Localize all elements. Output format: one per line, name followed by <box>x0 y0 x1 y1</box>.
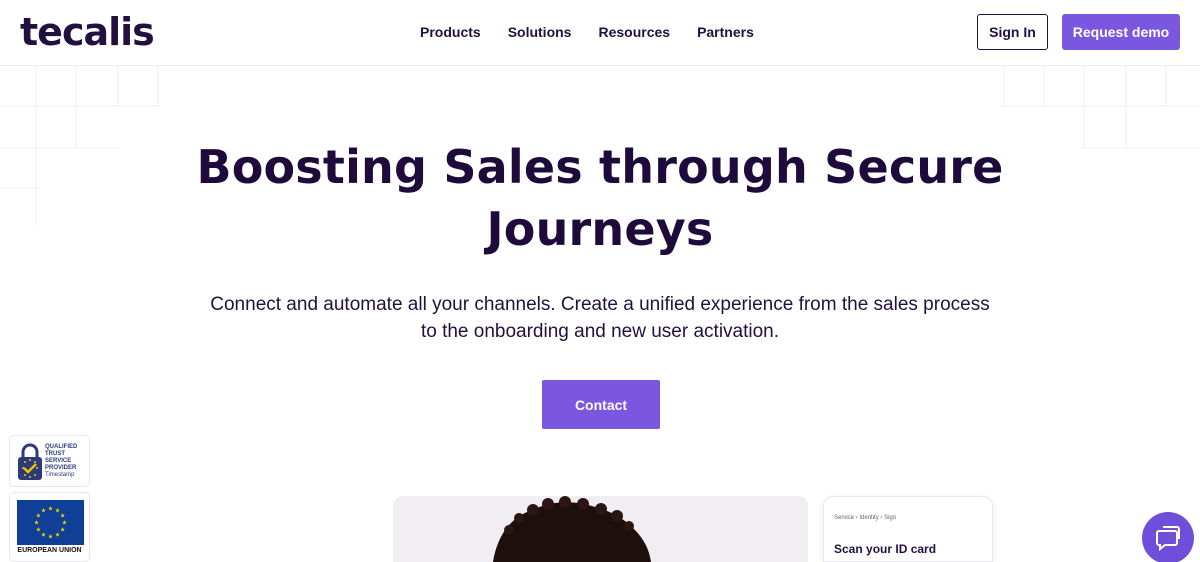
european-union-badge[interactable]: EUROPEAN UNION <box>9 492 90 562</box>
main-nav: Products Solutions Resources Partners <box>420 23 781 41</box>
sign-in-button[interactable]: Sign In <box>977 14 1048 50</box>
trust-badge-text: QUALIFIED TRUST SERVICE PROVIDER Timesta… <box>45 444 78 478</box>
contact-button[interactable]: Contact <box>542 380 660 429</box>
eu-star <box>36 527 41 532</box>
eu-star <box>55 532 60 537</box>
site-header: tecalis Products Solutions Resources Par… <box>0 0 1200 66</box>
chat-button[interactable] <box>1142 512 1194 562</box>
eu-star <box>55 507 60 513</box>
id-card-title: Scan your ID card <box>834 542 937 556</box>
scan-id-card: Service › Identity › Sign Scan your ID c… <box>823 496 993 562</box>
tecalis-logo[interactable]: tecalis <box>20 12 155 52</box>
chat-icon <box>1156 526 1180 552</box>
hero-subtitle: Connect and automate all your channels. … <box>210 294 990 342</box>
eu-star <box>60 513 65 518</box>
eu-star <box>48 534 53 539</box>
hero-photo-card <box>393 496 808 562</box>
nav-solutions[interactable]: Solutions <box>508 23 572 41</box>
id-breadcrumb: Service › Identity › Sign <box>834 515 897 521</box>
nav-resources[interactable]: Resources <box>598 23 670 41</box>
hero-title: Boosting Sales through Secure Journeys <box>196 140 1004 256</box>
person-photo <box>493 496 651 562</box>
eu-star <box>60 527 65 532</box>
eu-star <box>41 507 46 513</box>
request-demo-button[interactable]: Request demo <box>1062 14 1180 50</box>
eu-star <box>36 513 41 518</box>
eu-flag-icon <box>17 500 84 545</box>
lock-check-icon <box>18 443 42 480</box>
eu-star <box>34 520 39 525</box>
eu-star <box>41 532 46 537</box>
qualified-trust-badge[interactable]: QUALIFIED TRUST SERVICE PROVIDER Timesta… <box>9 435 90 487</box>
nav-products[interactable]: Products <box>420 23 481 41</box>
eu-star <box>62 520 67 525</box>
nav-partners[interactable]: Partners <box>697 23 754 41</box>
eu-label: EUROPEAN UNION <box>17 547 82 554</box>
eu-star <box>48 506 53 511</box>
